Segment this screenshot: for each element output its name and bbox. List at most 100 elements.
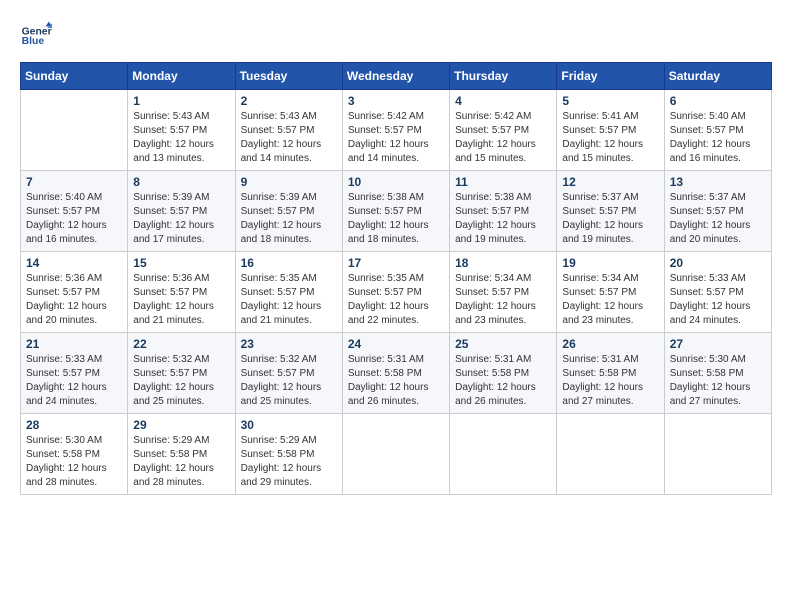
day-cell: 7Sunrise: 5:40 AM Sunset: 5:57 PM Daylig… (21, 171, 128, 252)
day-number: 26 (562, 337, 658, 351)
day-info: Sunrise: 5:40 AM Sunset: 5:57 PM Dayligh… (26, 191, 122, 247)
day-number: 22 (133, 337, 229, 351)
day-info: Sunrise: 5:29 AM Sunset: 5:58 PM Dayligh… (241, 434, 337, 490)
day-number: 4 (455, 94, 551, 108)
day-number: 2 (241, 94, 337, 108)
day-cell: 19 Sunrise: 5:34 AM Sunset: 5:57 PM Dayli… (557, 252, 664, 333)
day-cell: 28Sunrise: 5:30 AM Sunset: 5:58 PM Dayli… (21, 414, 128, 495)
day-info: Sunrise: 5:35 AM Sunset: 5:57 PM Dayligh… (348, 272, 444, 328)
day-cell: 25Sunrise: 5:31 AM Sunset: 5:58 PM Dayli… (450, 333, 557, 414)
day-number: 21 (26, 337, 122, 351)
day-info: Sunrise: 5:42 AM Sunset: 5:57 PM Dayligh… (348, 110, 444, 166)
day-info: Sunrise: 5:39 AM Sunset: 5:57 PM Dayligh… (133, 191, 229, 247)
day-cell: 10 Sunrise: 5:38 AM Sunset: 5:57 PM Dayli… (342, 171, 449, 252)
day-info: Sunrise: 5:32 AM Sunset: 5:57 PM Dayligh… (241, 353, 337, 409)
day-cell: 8 Sunrise: 5:39 AM Sunset: 5:57 PM Daylig… (128, 171, 235, 252)
day-cell: 18 Sunrise: 5:34 AM Sunset: 5:57 PM Dayli… (450, 252, 557, 333)
day-info: Sunrise: 5:43 AM Sunset: 5:57 PM Dayligh… (133, 110, 229, 166)
day-number: 29 (133, 418, 229, 432)
day-info: Sunrise: 5:31 AM Sunset: 5:58 PM Dayligh… (562, 353, 658, 409)
day-info: Sunrise: 5:36 AM Sunset: 5:57 PM Dayligh… (133, 272, 229, 328)
day-number: 10 (348, 175, 444, 189)
day-info: Sunrise: 5:30 AM Sunset: 5:58 PM Dayligh… (670, 353, 766, 409)
logo-icon: General Blue (20, 20, 52, 52)
day-cell: 2 Sunrise: 5:43 AM Sunset: 5:57 PM Daylig… (235, 90, 342, 171)
day-number: 20 (670, 256, 766, 270)
day-number: 23 (241, 337, 337, 351)
day-cell: 12Sunrise: 5:37 AM Sunset: 5:57 PM Dayli… (557, 171, 664, 252)
calendar-body: 1Sunrise: 5:43 AM Sunset: 5:57 PM Daylig… (21, 90, 772, 495)
day-info: Sunrise: 5:34 AM Sunset: 5:57 PM Dayligh… (562, 272, 658, 328)
day-info: Sunrise: 5:38 AM Sunset: 5:57 PM Dayligh… (455, 191, 551, 247)
day-cell: 5 Sunrise: 5:41 AM Sunset: 5:57 PM Daylig… (557, 90, 664, 171)
svg-text:Blue: Blue (22, 36, 45, 47)
day-cell: 21Sunrise: 5:33 AM Sunset: 5:57 PM Dayli… (21, 333, 128, 414)
day-cell (450, 414, 557, 495)
day-number: 14 (26, 256, 122, 270)
day-number: 19 (562, 256, 658, 270)
day-info: Sunrise: 5:31 AM Sunset: 5:58 PM Dayligh… (348, 353, 444, 409)
day-number: 24 (348, 337, 444, 351)
day-info: Sunrise: 5:37 AM Sunset: 5:57 PM Dayligh… (562, 191, 658, 247)
day-number: 16 (241, 256, 337, 270)
day-number: 3 (348, 94, 444, 108)
day-info: Sunrise: 5:33 AM Sunset: 5:57 PM Dayligh… (670, 272, 766, 328)
page-header: General Blue (20, 20, 772, 52)
day-number: 15 (133, 256, 229, 270)
calendar-table: SundayMondayTuesdayWednesdayThursdayFrid… (20, 62, 772, 495)
week-row-5: 28Sunrise: 5:30 AM Sunset: 5:58 PM Dayli… (21, 414, 772, 495)
weekday-friday: Friday (557, 63, 664, 90)
day-number: 17 (348, 256, 444, 270)
day-number: 6 (670, 94, 766, 108)
day-number: 11 (455, 175, 551, 189)
day-number: 8 (133, 175, 229, 189)
day-cell (664, 414, 771, 495)
day-number: 13 (670, 175, 766, 189)
week-row-4: 21Sunrise: 5:33 AM Sunset: 5:57 PM Dayli… (21, 333, 772, 414)
weekday-sunday: Sunday (21, 63, 128, 90)
day-cell: 14Sunrise: 5:36 AM Sunset: 5:57 PM Dayli… (21, 252, 128, 333)
day-cell (557, 414, 664, 495)
day-cell: 3 Sunrise: 5:42 AM Sunset: 5:57 PM Daylig… (342, 90, 449, 171)
week-row-2: 7Sunrise: 5:40 AM Sunset: 5:57 PM Daylig… (21, 171, 772, 252)
day-info: Sunrise: 5:30 AM Sunset: 5:58 PM Dayligh… (26, 434, 122, 490)
day-info: Sunrise: 5:39 AM Sunset: 5:57 PM Dayligh… (241, 191, 337, 247)
day-info: Sunrise: 5:34 AM Sunset: 5:57 PM Dayligh… (455, 272, 551, 328)
day-cell: 11 Sunrise: 5:38 AM Sunset: 5:57 PM Dayli… (450, 171, 557, 252)
day-number: 27 (670, 337, 766, 351)
day-info: Sunrise: 5:29 AM Sunset: 5:58 PM Dayligh… (133, 434, 229, 490)
day-info: Sunrise: 5:42 AM Sunset: 5:57 PM Dayligh… (455, 110, 551, 166)
day-number: 30 (241, 418, 337, 432)
day-cell: 23 Sunrise: 5:32 AM Sunset: 5:57 PM Dayli… (235, 333, 342, 414)
day-info: Sunrise: 5:35 AM Sunset: 5:57 PM Dayligh… (241, 272, 337, 328)
day-cell (342, 414, 449, 495)
day-info: Sunrise: 5:38 AM Sunset: 5:57 PM Dayligh… (348, 191, 444, 247)
week-row-1: 1Sunrise: 5:43 AM Sunset: 5:57 PM Daylig… (21, 90, 772, 171)
weekday-thursday: Thursday (450, 63, 557, 90)
day-number: 18 (455, 256, 551, 270)
day-cell: 22Sunrise: 5:32 AM Sunset: 5:57 PM Dayli… (128, 333, 235, 414)
week-row-3: 14 Sunrise: 5:36 AM Sunset: 5:57 PM Dayli… (21, 252, 772, 333)
day-info: Sunrise: 5:41 AM Sunset: 5:57 PM Dayligh… (562, 110, 658, 166)
day-cell: 15 Sunrise: 5:36 AM Sunset: 5:57 PM Dayli… (128, 252, 235, 333)
day-number: 5 (562, 94, 658, 108)
day-cell: 1Sunrise: 5:43 AM Sunset: 5:57 PM Daylig… (128, 90, 235, 171)
day-cell: 4 Sunrise: 5:42 AM Sunset: 5:57 PM Daylig… (450, 90, 557, 171)
day-info: Sunrise: 5:37 AM Sunset: 5:57 PM Dayligh… (670, 191, 766, 247)
day-cell: 30 Sunrise: 5:29 AM Sunset: 5:58 PM Dayli… (235, 414, 342, 495)
logo: General Blue (20, 20, 56, 52)
day-cell: 6 Sunrise: 5:40 AM Sunset: 5:57 PM Daylig… (664, 90, 771, 171)
weekday-tuesday: Tuesday (235, 63, 342, 90)
day-cell: 29 Sunrise: 5:29 AM Sunset: 5:58 PM Dayli… (128, 414, 235, 495)
day-cell: 13 Sunrise: 5:37 AM Sunset: 5:57 PM Dayli… (664, 171, 771, 252)
day-cell: 16 Sunrise: 5:35 AM Sunset: 5:57 PM Dayli… (235, 252, 342, 333)
day-cell: 17 Sunrise: 5:35 AM Sunset: 5:57 PM Dayli… (342, 252, 449, 333)
weekday-monday: Monday (128, 63, 235, 90)
day-info: Sunrise: 5:43 AM Sunset: 5:57 PM Dayligh… (241, 110, 337, 166)
day-number: 9 (241, 175, 337, 189)
day-cell: 24 Sunrise: 5:31 AM Sunset: 5:58 PM Dayli… (342, 333, 449, 414)
weekday-wednesday: Wednesday (342, 63, 449, 90)
day-cell: 9 Sunrise: 5:39 AM Sunset: 5:57 PM Daylig… (235, 171, 342, 252)
day-info: Sunrise: 5:40 AM Sunset: 5:57 PM Dayligh… (670, 110, 766, 166)
day-cell: 20 Sunrise: 5:33 AM Sunset: 5:57 PM Dayli… (664, 252, 771, 333)
